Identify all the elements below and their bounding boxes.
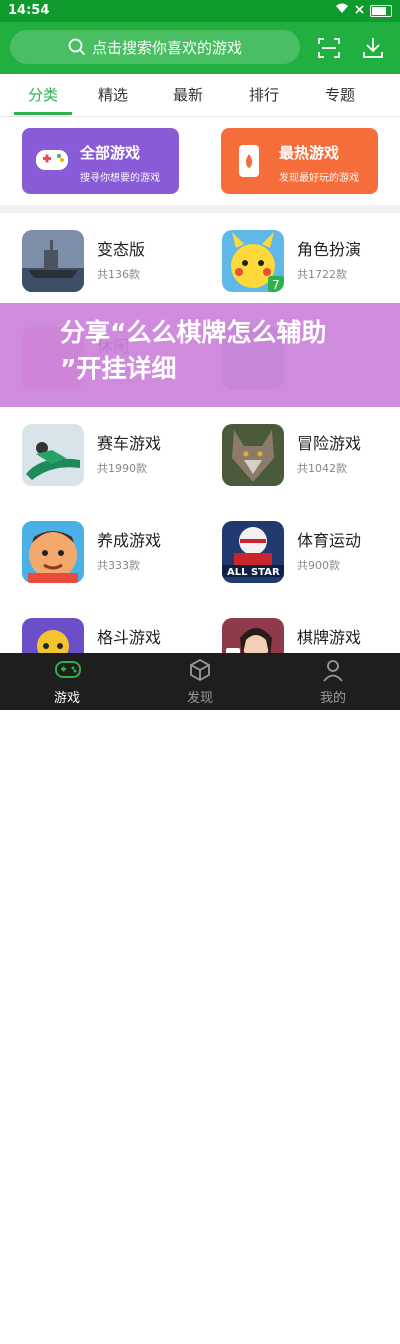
nav-me[interactable]: 我的: [288, 653, 378, 710]
warship-thumbnail: [22, 230, 84, 292]
category-item[interactable]: 冒险游戏 共1042款: [200, 407, 400, 505]
pikachu-thumbnail: 7: [222, 230, 284, 292]
tab-paihang[interactable]: 排行: [234, 84, 294, 105]
app-header: 点击搜索你喜欢的游戏: [0, 22, 400, 74]
category-item[interactable]: 养成游戏 共333款: [0, 504, 200, 602]
status-bar: 14:54: [0, 0, 400, 22]
category-name: 养成游戏: [97, 531, 162, 550]
category-item[interactable]: 变态版 共136款: [0, 213, 200, 311]
hot-games-title: 最热游戏: [279, 144, 340, 162]
tab-jingxuan[interactable]: 精选: [83, 84, 143, 105]
category-count: 共136款: [97, 268, 140, 281]
category-count: 共1722款: [297, 268, 347, 281]
bottom-nav: 游戏 发现 我的 2298: [0, 653, 400, 1344]
tab-zhuanti[interactable]: 专题: [310, 84, 370, 105]
section-divider: [0, 205, 400, 213]
category-name: 格斗游戏: [97, 628, 162, 647]
watermark: 2298: [290, 1319, 352, 1344]
category-item[interactable]: ALL STAR 体育运动 共900款: [200, 504, 400, 602]
gamepad-icon: [55, 658, 81, 684]
category-name: 角色扮演: [297, 240, 362, 259]
svg-text:ALL STAR: ALL STAR: [227, 567, 280, 578]
category-item[interactable]: 格斗游戏: [0, 601, 200, 653]
category-name: 棋牌游戏: [297, 628, 362, 647]
card-game-thumbnail: [222, 618, 284, 653]
active-tab-indicator: [14, 112, 72, 115]
sumo-thumbnail: [22, 521, 84, 583]
wolf-thumbnail: [222, 424, 284, 486]
category-item[interactable]: 赛车游戏 共1990款: [0, 407, 200, 505]
football-thumbnail: ALL STAR: [222, 521, 284, 583]
category-count: 共1042款: [297, 462, 347, 475]
category-tabs: 分类 精选 最新 排行 专题: [0, 74, 400, 117]
all-games-subtitle: 搜寻你想要的游戏: [80, 173, 160, 184]
battery-icon: [370, 4, 392, 17]
all-games-banner[interactable]: 全部游戏 搜寻你想要的游戏: [22, 128, 179, 194]
nav-me-label: 我的: [319, 691, 346, 706]
category-item[interactable]: 棋牌游戏: [200, 601, 400, 653]
category-name: 冒险游戏: [297, 434, 362, 453]
tab-fenlei[interactable]: 分类: [13, 84, 73, 105]
all-games-title: 全部游戏: [80, 144, 141, 162]
fighting-thumbnail: [22, 618, 84, 653]
category-name: 变态版: [97, 240, 146, 259]
cube-icon: [188, 658, 212, 686]
search-bar[interactable]: 点击搜索你喜欢的游戏: [10, 30, 300, 64]
download-icon[interactable]: [360, 35, 386, 61]
search-icon: [68, 38, 86, 56]
promo-overlay: 分享“么么棋牌怎么辅助 ”开挂详细: [0, 303, 400, 407]
x-icon: [355, 3, 364, 18]
nav-games[interactable]: 游戏: [22, 653, 112, 710]
gamepad-icon: [34, 144, 70, 180]
search-placeholder: 点击搜索你喜欢的游戏: [92, 38, 243, 57]
category-count: 共900款: [297, 559, 340, 572]
fire-phone-icon: [233, 144, 265, 182]
category-item[interactable]: 7 角色扮演 共1722款: [200, 213, 400, 311]
hot-games-subtitle: 发现最好玩的游戏: [279, 173, 359, 184]
overlay-text: 分享“么么棋牌怎么辅助 ”开挂详细: [60, 318, 327, 383]
wifi-icon: [335, 3, 349, 18]
nav-discover-label: 发现: [186, 691, 213, 706]
category-name: 体育运动: [297, 531, 362, 550]
scan-icon[interactable]: [316, 35, 342, 61]
svg-text:7: 7: [272, 278, 280, 292]
racing-thumbnail: [22, 424, 84, 486]
status-icons: [335, 3, 392, 18]
user-icon: [321, 658, 345, 686]
category-count: 共333款: [97, 559, 140, 572]
status-time: 14:54: [8, 3, 50, 18]
hot-games-banner[interactable]: 最热游戏 发现最好玩的游戏: [221, 128, 378, 194]
nav-games-label: 游戏: [53, 691, 80, 706]
category-name: 赛车游戏: [97, 434, 162, 453]
tab-zuixin[interactable]: 最新: [158, 84, 218, 105]
category-count: 共1990款: [97, 462, 147, 475]
nav-discover[interactable]: 发现: [155, 653, 245, 710]
